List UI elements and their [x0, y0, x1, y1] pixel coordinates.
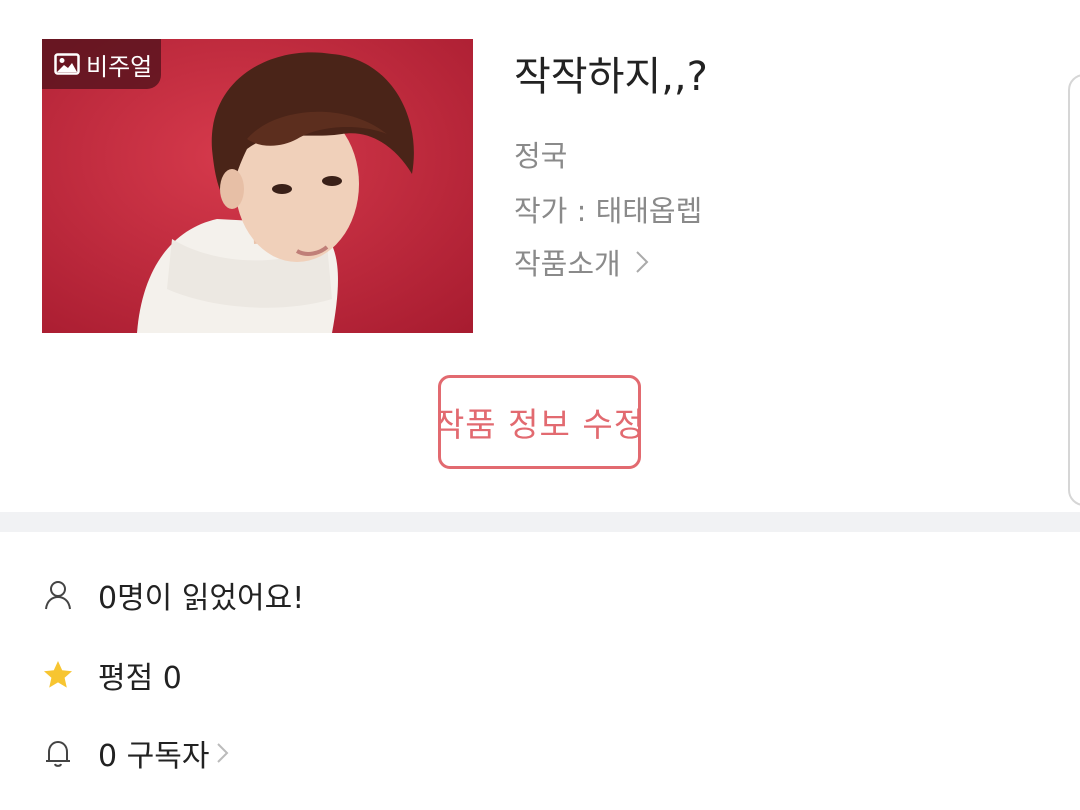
work-intro-link[interactable]: 작품소개	[514, 241, 649, 283]
section-divider	[0, 512, 1080, 532]
chevron-right-icon	[217, 743, 229, 763]
star-icon	[44, 661, 72, 688]
visual-badge-label: 비주얼	[86, 52, 153, 81]
side-panel-edge	[1068, 74, 1080, 506]
work-author[interactable]: 작가 : 태태옵렙	[514, 188, 702, 230]
readers-count: 0명이 읽었어요!	[98, 581, 305, 616]
person-icon	[45, 581, 71, 610]
edit-work-info-button[interactable]: 작품 정보 수정	[438, 375, 641, 469]
visual-badge: 비주얼	[42, 39, 161, 89]
rating-row: 평점 0	[0, 645, 1080, 705]
rating-value: 평점 0	[98, 661, 182, 696]
chevron-right-icon	[636, 251, 649, 273]
image-icon	[54, 53, 80, 75]
subscribers-count: 0 구독자	[98, 739, 210, 774]
readers-row: 0명이 읽었어요!	[0, 565, 1080, 625]
bell-icon	[46, 740, 70, 767]
work-character: 정국	[514, 139, 568, 173]
work-info-section: 비주얼 작작하지,,? 정국 작가 : 태태옵렙 작품소개 작품 정보 수정	[0, 0, 1080, 512]
subscribers-row[interactable]: 0 구독자	[0, 723, 1080, 783]
work-title: 작작하지,,?	[514, 54, 708, 100]
work-intro-label: 작품소개	[514, 247, 621, 281]
